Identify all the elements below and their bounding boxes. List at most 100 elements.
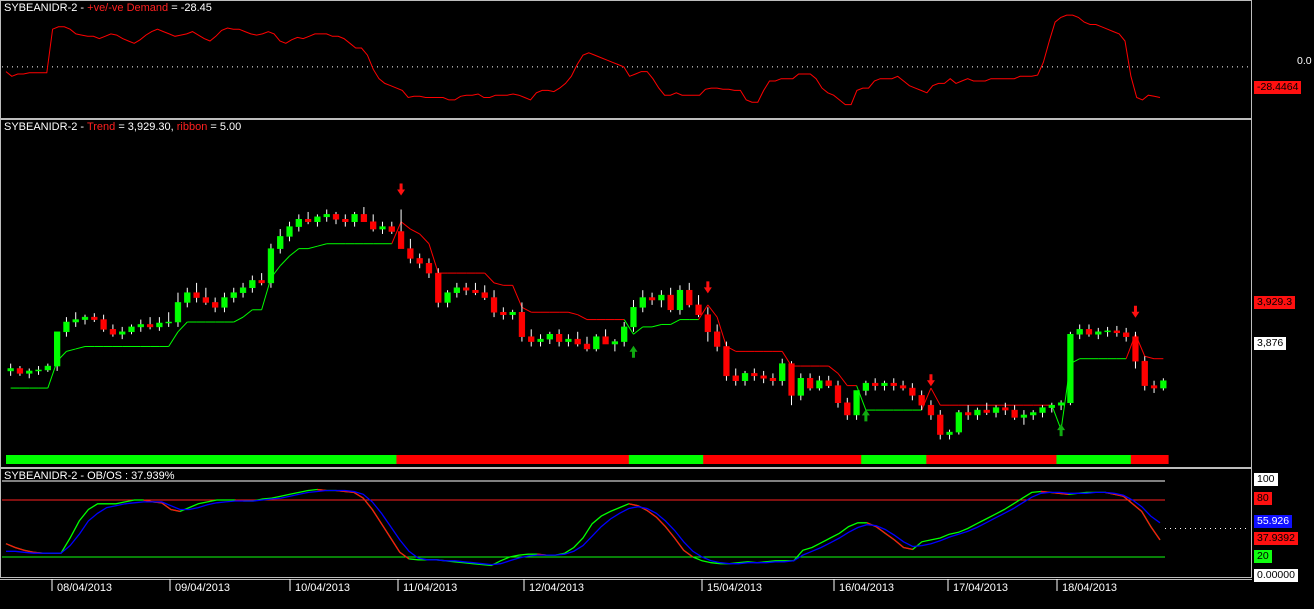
x-axis-label: 09/04/2013 (175, 582, 230, 594)
trend-state-bar (684, 455, 695, 464)
candle-body (518, 311, 526, 337)
obos-80-tag: 80 (1254, 492, 1272, 505)
trend-state-bar (972, 455, 983, 464)
obos-100-tag: 100 (1254, 473, 1278, 486)
candle (1085, 324, 1093, 337)
candle-body (137, 324, 144, 328)
trend-state-bar (61, 455, 72, 464)
candle-body (834, 385, 842, 403)
candle-body (686, 289, 693, 306)
trend-state-bar (201, 455, 212, 464)
trend-segment (1051, 405, 1062, 430)
trend-state-bar (1000, 455, 1011, 464)
trend-state-bar (266, 455, 277, 464)
x-axis-label: 11/04/2013 (403, 582, 457, 594)
candle (342, 214, 349, 227)
candle (816, 375, 823, 391)
trend-state-bar (824, 455, 834, 464)
candle (91, 313, 98, 323)
trend-state-bar (926, 455, 937, 464)
candle (1067, 331, 1074, 406)
candle-body (35, 369, 42, 372)
candle (1002, 402, 1009, 415)
candle-body (314, 216, 321, 222)
trend-state-bar (1140, 455, 1151, 464)
trend-segment (307, 245, 318, 250)
candle-body (797, 378, 804, 396)
trend-state-bar (442, 455, 453, 464)
demand-symbol: SYBEANIDR-2 - (4, 2, 88, 14)
candle-body (751, 373, 758, 377)
trend-state-bar (52, 455, 63, 464)
candle (862, 380, 870, 396)
trend-state-bar (1019, 455, 1030, 464)
candle-body (714, 331, 721, 347)
trend-state-bar (619, 455, 630, 464)
demand-plot[interactable] (0, 0, 1314, 119)
x-axis: 08/04/2013 09/04/2013 10/04/2013 11/04/2013… (0, 579, 1252, 594)
candle-body (853, 390, 860, 416)
trend-state-bar (331, 455, 342, 464)
candle (593, 334, 600, 352)
candle-body (890, 382, 897, 386)
candle (165, 312, 172, 327)
last-price-tag: 3,876 (1254, 337, 1287, 350)
candle (1132, 331, 1139, 369)
buy-arrow-icon (861, 409, 870, 422)
candle (286, 221, 293, 242)
demand-title: SYBEANIDR-2 - +ve/-ve Demand = -28.45 (4, 2, 212, 14)
candle-body (53, 331, 61, 367)
candle (779, 358, 786, 386)
trend-segment (419, 233, 430, 245)
x-axis-label: 17/04/2013 (953, 582, 1008, 594)
trend-state-bar (777, 455, 788, 464)
trend-state-bar (136, 455, 147, 464)
candle-body (602, 336, 609, 345)
trend-state-bar (851, 455, 862, 464)
candle-body (500, 311, 507, 315)
obos-fast-falling-segment (1141, 511, 1152, 527)
candle (583, 336, 591, 352)
candle-body (360, 214, 368, 222)
trend-state-bar (480, 455, 490, 464)
trend-state-bar (507, 455, 518, 464)
trend-state-bar (154, 455, 165, 464)
x-axis-label: 08/04/2013 (57, 582, 112, 594)
trend-state-bar (1149, 455, 1160, 464)
trend-state-bar (126, 455, 137, 464)
candle (927, 400, 935, 420)
candle-body (332, 214, 340, 220)
candle (407, 238, 414, 264)
trend-state-bar (415, 455, 425, 464)
candle-body (351, 214, 358, 222)
trend-state-bar (610, 455, 621, 464)
candle-body (202, 297, 209, 303)
x-axis-label: 10/04/2013 (295, 582, 350, 594)
trend-state-bar (247, 455, 258, 464)
candle (676, 285, 684, 315)
trend-state-bar (461, 455, 472, 464)
candle (741, 370, 749, 386)
candle-body (72, 319, 79, 323)
candle-body (648, 297, 656, 301)
trend-state-bar (256, 455, 267, 464)
trend-state-bar (907, 455, 918, 464)
candle-body (184, 292, 191, 303)
candle (1011, 405, 1018, 420)
candle (1020, 410, 1028, 425)
candle (630, 300, 637, 332)
candle-body (286, 226, 293, 237)
trend-state-bar (768, 455, 779, 464)
candle (732, 368, 739, 386)
trend-state-bar (1065, 455, 1076, 464)
trend-state-bar (294, 455, 305, 464)
candle-body (611, 341, 619, 345)
candle (435, 268, 442, 308)
candle (100, 314, 107, 332)
trend-state-bar (954, 455, 965, 464)
candle-body (844, 402, 851, 416)
candle-body (537, 338, 544, 342)
candle (797, 373, 804, 401)
candle-body (1048, 404, 1055, 408)
trend-plot[interactable] (0, 119, 1314, 468)
